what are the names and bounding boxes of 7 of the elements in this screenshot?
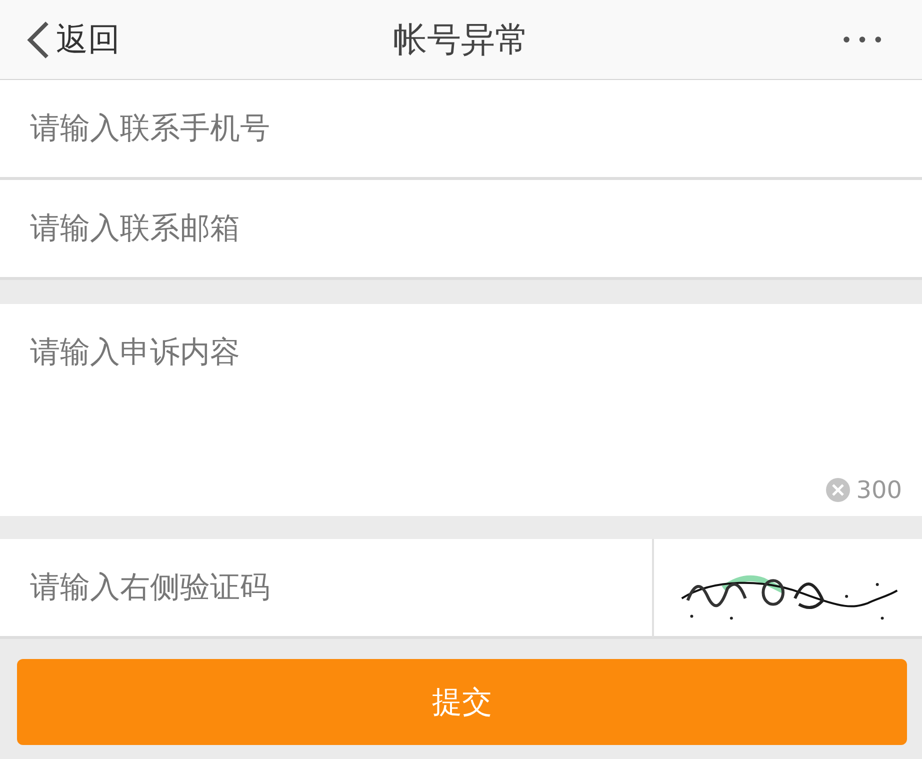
input-field[interactable]: 请输入联系手机号 bbox=[0, 80, 922, 180]
back-button[interactable]: 返回 bbox=[26, 18, 120, 62]
page-title: 帐号异常 bbox=[392, 18, 530, 62]
more-button[interactable]: ••• bbox=[834, 26, 894, 52]
char-counter: 300 bbox=[856, 476, 902, 504]
captcha-field[interactable]: 请输入右侧验证码 bbox=[0, 539, 652, 639]
input-field[interactable]: 请输入联系邮箱 bbox=[0, 180, 922, 280]
